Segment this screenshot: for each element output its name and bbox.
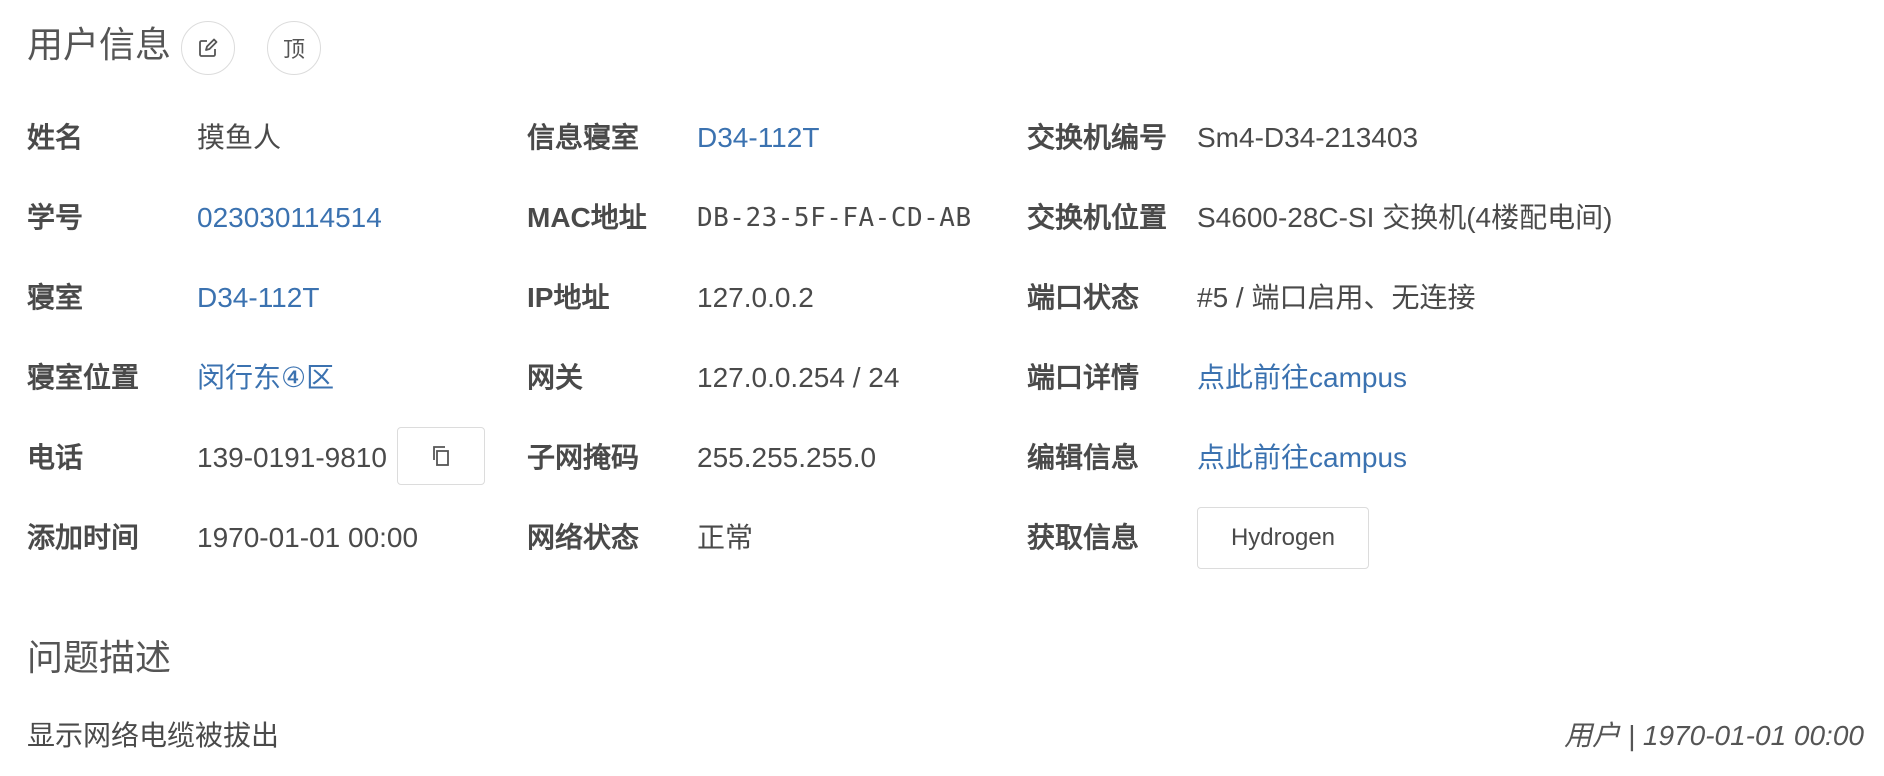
- student-id-label: 学号: [27, 202, 84, 233]
- gateway-value: 127.0.0.254 / 24: [697, 362, 900, 393]
- edit-icon: [199, 38, 218, 57]
- ip-label: IP地址: [527, 282, 610, 313]
- edit-button[interactable]: [181, 21, 235, 75]
- copy-phone-button[interactable]: [397, 427, 485, 485]
- name-value: 摸鱼人: [197, 122, 282, 153]
- user-info-panel: 用户信息 顶 姓名 摸鱼人 学号 023030114514 寝室 D34-112…: [0, 0, 1884, 776]
- added-time-value: 1970-01-01 00:00: [197, 522, 419, 553]
- gateway-label: 网关: [527, 362, 584, 393]
- port-status-value: #5 / 端口启用、无连接: [1197, 282, 1476, 313]
- fetch-info-label: 获取信息: [1027, 522, 1140, 553]
- hydrogen-button[interactable]: Hydrogen: [1197, 507, 1369, 569]
- port-status-label: 端口状态: [1027, 282, 1140, 313]
- dorm-link[interactable]: D34-112T: [197, 284, 319, 312]
- phone-value: 139-0191-9810: [197, 442, 387, 473]
- info-dorm-link[interactable]: D34-112T: [697, 124, 819, 152]
- page-title: 用户信息: [27, 24, 172, 65]
- switch-location-label: 交换机位置: [1027, 202, 1168, 233]
- net-status-value: 正常: [697, 522, 754, 553]
- problem-meta: 用户 | 1970-01-01 00:00: [1564, 720, 1864, 751]
- student-id-link[interactable]: 023030114514: [197, 204, 382, 232]
- port-detail-label: 端口详情: [1027, 362, 1140, 393]
- name-label: 姓名: [27, 122, 84, 153]
- pin-button[interactable]: 顶: [267, 21, 321, 75]
- mac-label: MAC地址: [527, 202, 647, 233]
- edit-info-label: 编辑信息: [1027, 442, 1140, 473]
- net-status-label: 网络状态: [527, 522, 640, 553]
- dorm-label: 寝室: [27, 282, 84, 313]
- port-detail-link[interactable]: 点此前往campus: [1197, 364, 1407, 392]
- switch-id-label: 交换机编号: [1027, 122, 1168, 153]
- dorm-location-label: 寝室位置: [27, 362, 140, 393]
- pin-label: 顶: [282, 37, 305, 62]
- edit-info-link[interactable]: 点此前往campus: [1197, 444, 1407, 472]
- mac-value: DB-23-5F-FA-CD-AB: [697, 203, 972, 233]
- dorm-location-link[interactable]: 闵行东④区: [197, 364, 334, 392]
- switch-id-value: Sm4-D34-213403: [1197, 122, 1419, 153]
- subnet-value: 255.255.255.0: [697, 442, 877, 473]
- phone-label: 电话: [27, 442, 84, 473]
- info-dorm-label: 信息寝室: [527, 122, 640, 153]
- copy-icon: [433, 446, 449, 466]
- problem-title: 问题描述: [27, 637, 172, 678]
- subnet-label: 子网掩码: [527, 442, 640, 473]
- problem-text: 显示网络电缆被拔出: [27, 720, 280, 751]
- switch-location-value: S4600-28C-SI 交换机(4楼配电间): [1197, 202, 1613, 233]
- added-time-label: 添加时间: [27, 522, 140, 553]
- ip-value: 127.0.0.2: [697, 282, 814, 313]
